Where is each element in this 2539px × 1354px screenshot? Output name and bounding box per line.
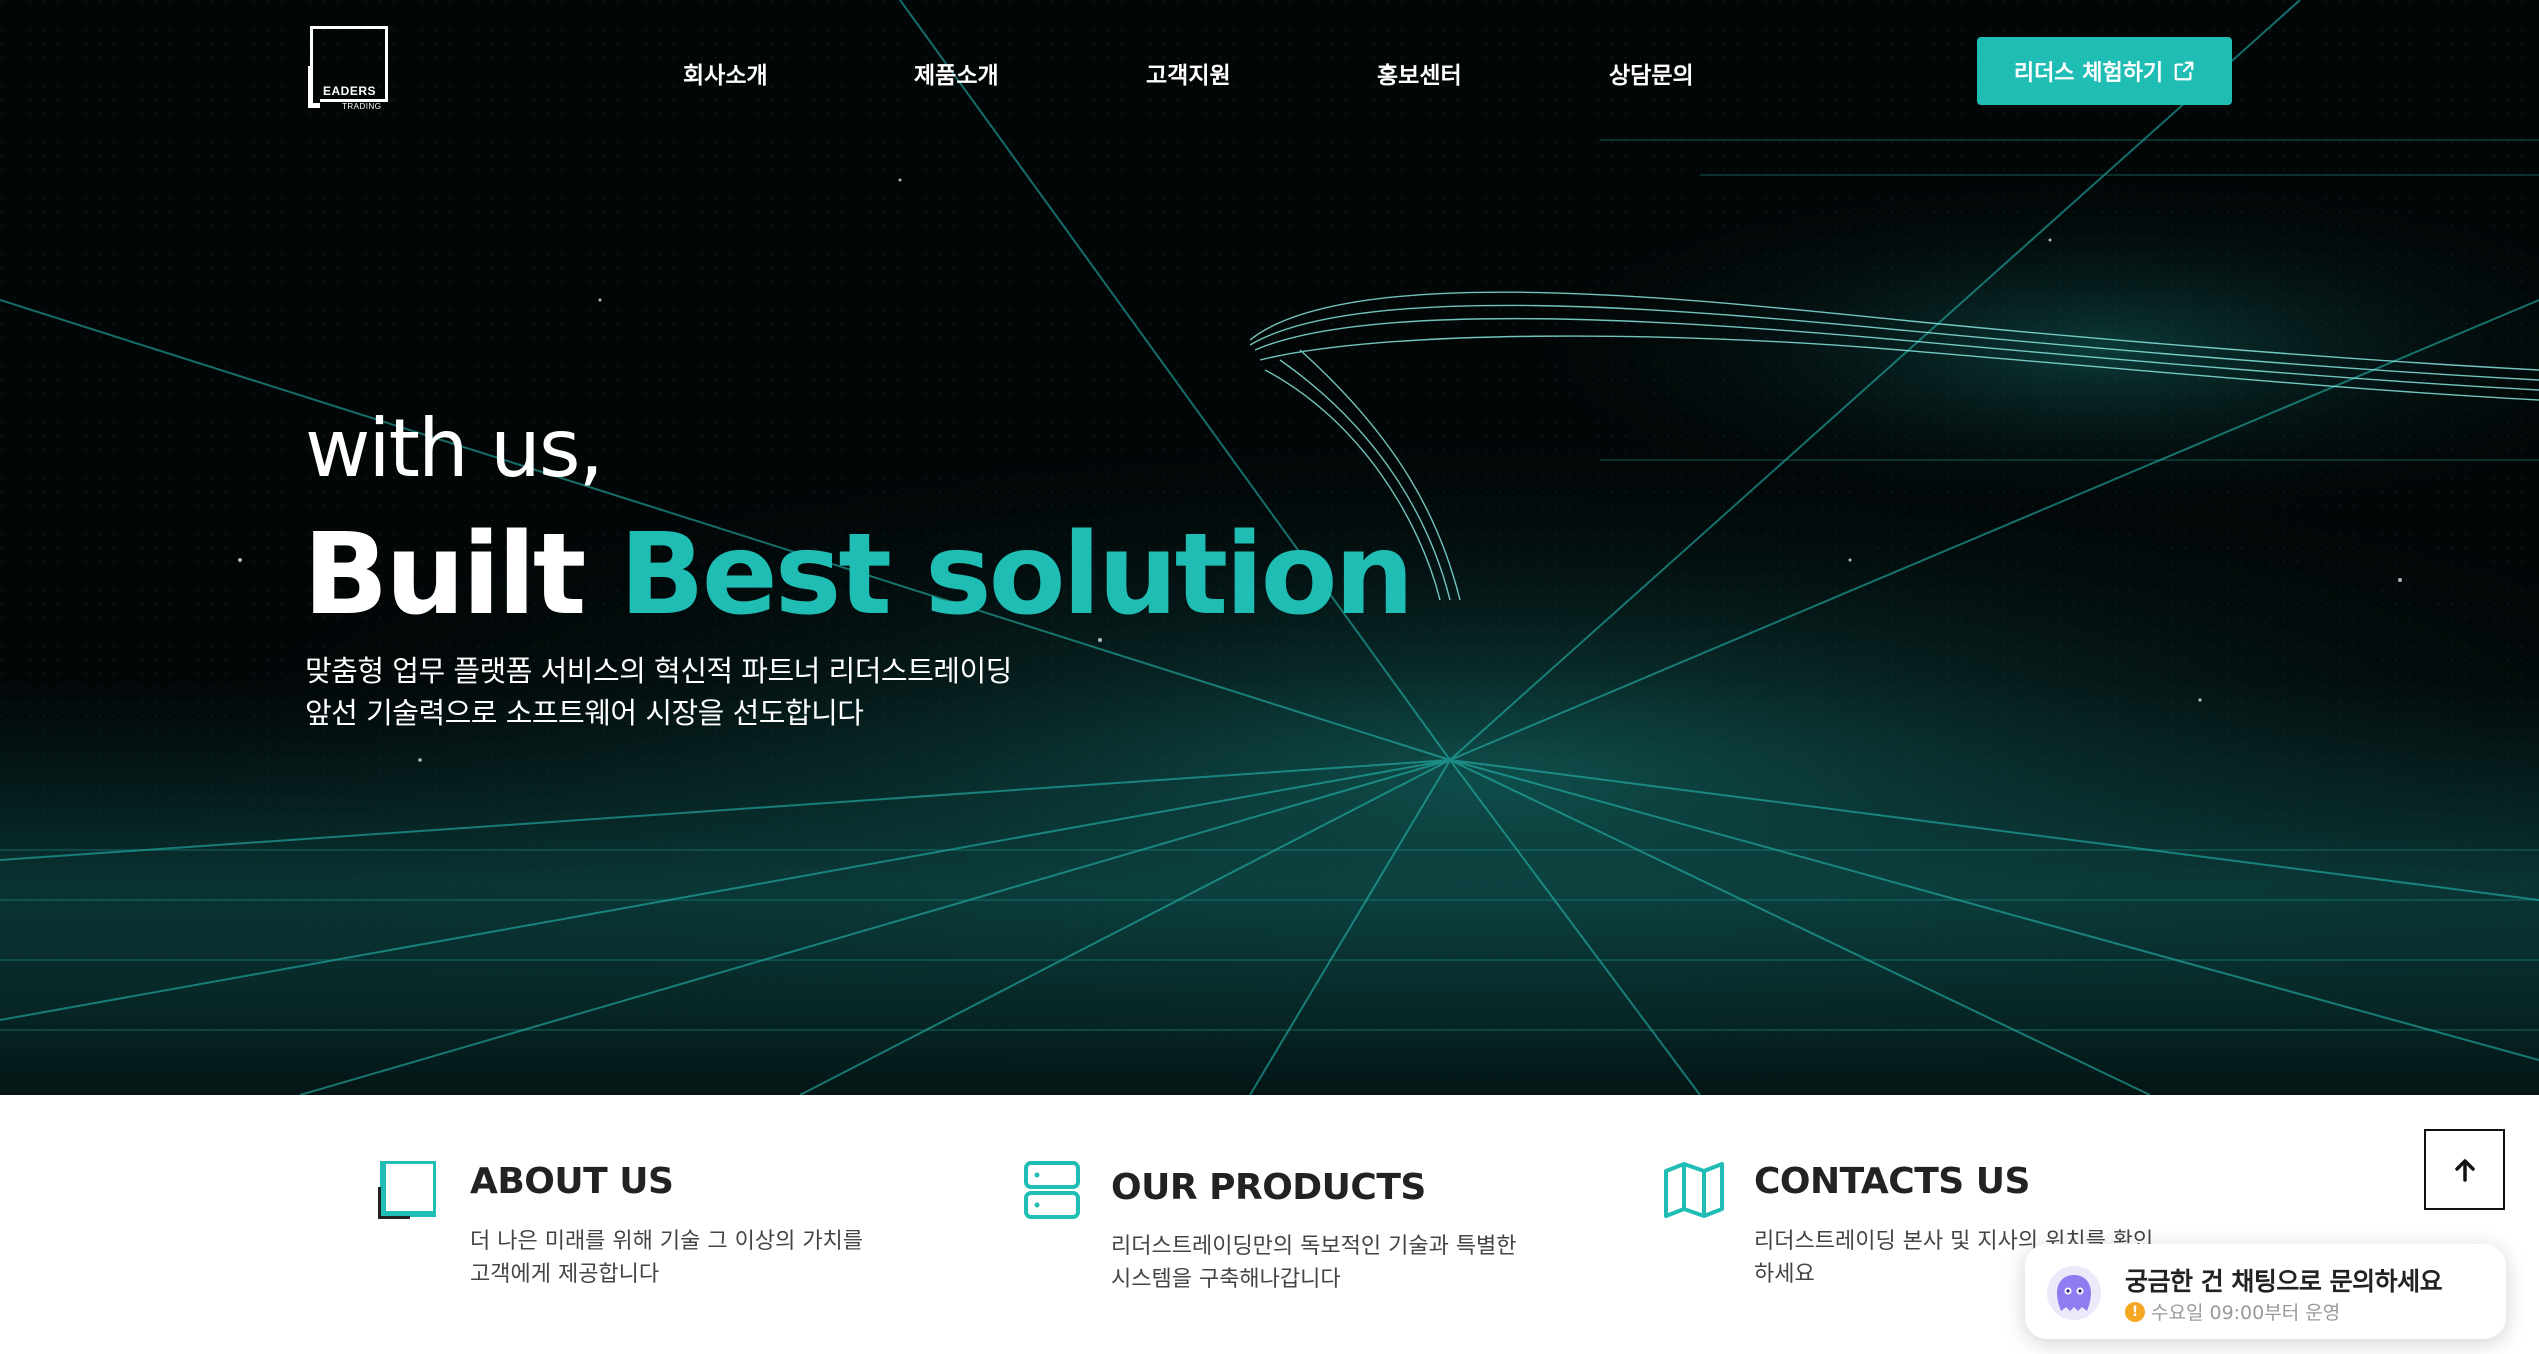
hero-subtitle-line-1: 맞춤형 업무 플랫폼 서비스의 혁신적 파트너 리더스트레이딩 — [305, 654, 1012, 688]
chat-title: 궁금한 건 채팅으로 문의하세요 — [2125, 1267, 2443, 1296]
chat-widget[interactable]: 궁금한 건 채팅으로 문의하세요 ! 수요일 09:00부터 운영 — [2025, 1244, 2506, 1339]
arrow-up-icon — [2454, 1158, 2475, 1182]
square-frame-icon — [378, 1161, 436, 1219]
hero-subtitle: 맞춤형 업무 플랫폼 서비스의 혁신적 파트너 리더스트레이딩 앞선 기술력으로… — [305, 650, 1012, 734]
map-icon — [1664, 1162, 1724, 1218]
nav-item-pr-center[interactable]: 홍보센터 — [1377, 56, 1462, 90]
external-link-icon — [2174, 61, 2194, 81]
feature-title: ABOUT US — [470, 1161, 674, 1202]
feature-desc-line-1: 더 나은 미래를 위해 기술 그 이상의 가치를 — [470, 1229, 864, 1254]
chat-bot-icon — [2047, 1266, 2101, 1320]
trial-button-label: 리더스 체험하기 — [2013, 61, 2164, 86]
chat-hours: ! 수요일 09:00부터 운영 — [2125, 1298, 2340, 1325]
nav-item-products[interactable]: 제품소개 — [914, 56, 999, 90]
hero-title-white: Built — [303, 510, 586, 640]
server-icon — [1024, 1161, 1080, 1219]
nav-item-support[interactable]: 고객지원 — [1146, 56, 1231, 90]
nav-item-inquiry[interactable]: 상담문의 — [1609, 56, 1694, 90]
logo-subtext: TRADING — [342, 102, 382, 111]
hero-title: Built Best solution — [303, 510, 1414, 640]
scroll-top-button[interactable] — [2424, 1129, 2505, 1210]
chat-hours-text: 수요일 09:00부터 운영 — [2151, 1302, 2341, 1324]
warning-icon: ! — [2125, 1301, 2145, 1322]
hero-section: EADERS TRADING 회사소개 제품소개 고객지원 홍보센터 상담문의 … — [0, 0, 2539, 1095]
feature-title: CONTACTS US — [1754, 1161, 2030, 1202]
feature-desc-line-1: 리더스트레이딩만의 독보적인 기술과 특별한 — [1111, 1234, 1517, 1259]
trial-button[interactable]: 리더스 체험하기 — [1977, 37, 2232, 105]
feature-desc-line-2: 고객에게 제공합니다 — [470, 1262, 660, 1287]
hero-lead-text: with us, — [305, 402, 604, 495]
hero-subtitle-line-2: 앞선 기술력으로 소프트웨어 시장을 선도합니다 — [305, 696, 864, 730]
feature-desc-line-2: 시스템을 구축해나갑니다 — [1111, 1267, 1341, 1292]
nav-item-company[interactable]: 회사소개 — [683, 56, 768, 90]
hero-title-accent: Best solution — [619, 510, 1414, 640]
feature-desc-line-2: 하세요 — [1754, 1262, 1815, 1287]
feature-title: OUR PRODUCTS — [1111, 1167, 1426, 1208]
